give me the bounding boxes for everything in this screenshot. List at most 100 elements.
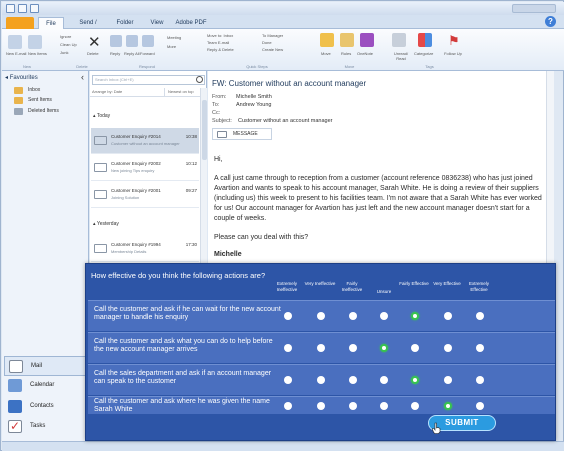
- nav-calendar-button[interactable]: Calendar: [4, 376, 86, 396]
- tab-folder[interactable]: Folder: [110, 17, 140, 29]
- nav-tasks-label: Tasks: [30, 423, 46, 429]
- delete-icon[interactable]: ✕: [88, 33, 101, 51]
- rating-radio-very-effective[interactable]: [444, 344, 452, 352]
- reply-icon[interactable]: [110, 35, 122, 47]
- body-line: couple of weeks.: [214, 215, 267, 222]
- rules-icon[interactable]: [340, 33, 354, 47]
- rating-radio-unsure[interactable]: [380, 312, 388, 320]
- rating-radio-very-ineffective[interactable]: [317, 376, 325, 384]
- rating-radio-extremely-ineffective[interactable]: [284, 344, 292, 352]
- message-tab[interactable]: MESSAGE: [212, 128, 272, 140]
- from-value[interactable]: Michelle Smith: [236, 94, 272, 100]
- outlook-logo-icon: [6, 4, 15, 13]
- forward-icon[interactable]: [142, 35, 154, 47]
- rating-radio-fairly-effective[interactable]: [411, 344, 419, 352]
- reply-all-label: Reply All: [124, 51, 140, 56]
- message-item[interactable]: Customer Enquiry #2001 Joining Solution …: [91, 182, 199, 208]
- rating-radio-fairly-ineffective[interactable]: [349, 376, 357, 384]
- move-icon[interactable]: [320, 33, 334, 47]
- quick-step-team-email[interactable]: Team E-mail: [207, 40, 229, 45]
- signature: Michelle: [214, 251, 242, 258]
- move-label: Move: [321, 51, 331, 56]
- column-unsure: Unsure: [376, 289, 392, 294]
- body-line: A call just came through to reception fr…: [214, 175, 533, 182]
- clean-up-button[interactable]: Clean Up: [60, 42, 77, 47]
- tab-view[interactable]: View: [144, 17, 170, 29]
- tab-home[interactable]: File: [38, 17, 64, 29]
- junk-button[interactable]: Junk: [60, 50, 68, 55]
- to-label: To:: [212, 102, 220, 108]
- survey-statement: Call the customer and ask if he can wait…: [94, 306, 281, 321]
- quick-step-move-to-inbox[interactable]: Move to: Inbox: [207, 33, 233, 38]
- help-icon[interactable]: ?: [545, 16, 556, 27]
- follow-up-flag-icon[interactable]: ⚑: [448, 33, 460, 49]
- rating-radio-very-ineffective[interactable]: [317, 312, 325, 320]
- message-item[interactable]: Customer Enquiry #1994 Membership Detail…: [91, 236, 199, 262]
- rating-radio-unsure[interactable]: [380, 376, 388, 384]
- rating-radio-extremely-effective[interactable]: [476, 344, 484, 352]
- message-item[interactable]: Customer Enquiry #2014 Customer without …: [91, 128, 199, 154]
- nav-tasks-button[interactable]: ✓ Tasks: [4, 417, 86, 437]
- arrange-bar[interactable]: Arrange by: Date Newest on top: [90, 88, 207, 97]
- message-item[interactable]: Customer Enquiry #2002 New joining Tips …: [91, 155, 199, 181]
- group-header-yesterday[interactable]: ▴ Yesterday: [93, 221, 119, 227]
- nav-contacts-button[interactable]: Contacts: [4, 397, 86, 417]
- to-value[interactable]: Andrew Young: [236, 102, 271, 108]
- rating-radio-fairly-ineffective[interactable]: [349, 402, 357, 410]
- rating-radio-fairly-effective[interactable]: [411, 312, 419, 320]
- rating-radio-unsure[interactable]: [380, 344, 388, 352]
- rating-radio-extremely-effective[interactable]: [476, 376, 484, 384]
- send-receive-quick-icon[interactable]: [18, 4, 27, 13]
- rating-radio-very-ineffective[interactable]: [317, 344, 325, 352]
- rating-radio-very-ineffective[interactable]: [317, 402, 325, 410]
- rating-radio-very-effective[interactable]: [444, 402, 452, 410]
- rating-radio-extremely-effective[interactable]: [476, 402, 484, 410]
- quick-access-dropdown-icon[interactable]: [30, 4, 39, 13]
- rating-radio-extremely-ineffective[interactable]: [284, 312, 292, 320]
- categorize-label: Categorize: [414, 51, 434, 56]
- search-icon[interactable]: [196, 76, 203, 83]
- new-email-icon[interactable]: [8, 35, 22, 49]
- rating-radio-fairly-effective[interactable]: [411, 376, 419, 384]
- meeting-button[interactable]: Meeting: [167, 35, 181, 40]
- folder-sent-label: Sent Items: [28, 97, 52, 103]
- group-quick-steps: Quick Steps: [246, 64, 268, 69]
- categorize-icon[interactable]: [418, 33, 432, 47]
- quick-step-to-manager[interactable]: To Manager: [262, 33, 283, 38]
- quick-step-create-new[interactable]: Create New: [262, 47, 283, 52]
- ignore-button[interactable]: Ignore: [60, 34, 71, 39]
- rating-radio-extremely-ineffective[interactable]: [284, 376, 292, 384]
- window-controls[interactable]: [512, 4, 556, 13]
- new-items-icon[interactable]: [28, 35, 42, 49]
- rating-radio-fairly-ineffective[interactable]: [349, 344, 357, 352]
- collapse-nav-icon[interactable]: ‹: [81, 72, 84, 82]
- cc-label: Cc:: [212, 110, 221, 116]
- group-header-today[interactable]: ▴ Today: [93, 113, 110, 119]
- reply-all-icon[interactable]: [126, 35, 138, 47]
- more-respond-button[interactable]: More: [167, 44, 176, 49]
- scrollbar-thumb[interactable]: [202, 100, 207, 160]
- rating-radio-very-effective[interactable]: [444, 312, 452, 320]
- quick-step-reply-delete[interactable]: Reply & Delete: [207, 47, 234, 52]
- favourites-header[interactable]: ◂ Favourites: [5, 74, 38, 81]
- rating-radio-very-effective[interactable]: [444, 376, 452, 384]
- message-time: 10:12: [185, 161, 197, 166]
- sort-order-label[interactable]: Newest on top: [164, 88, 194, 96]
- quick-step-done[interactable]: Done: [262, 40, 272, 45]
- onenote-icon[interactable]: [360, 33, 374, 47]
- rating-radio-fairly-effective[interactable]: [411, 402, 419, 410]
- column-very-ineffective: Very Ineffective: [304, 281, 336, 286]
- nav-mail-button[interactable]: Mail: [4, 356, 86, 376]
- unread-read-icon[interactable]: [392, 33, 406, 47]
- tab-send-receive[interactable]: Send / Receive: [68, 17, 108, 38]
- search-input[interactable]: Search Inbox (Ctrl+E): [92, 75, 205, 85]
- rating-radio-extremely-effective[interactable]: [476, 312, 484, 320]
- rating-radio-fairly-ineffective[interactable]: [349, 312, 357, 320]
- tab-adobe-pdf[interactable]: Adobe PDF: [174, 17, 208, 29]
- nav-mail-label: Mail: [31, 363, 43, 369]
- follow-up-label: Follow Up: [444, 51, 462, 56]
- arrange-by-label[interactable]: Arrange by: Date: [92, 89, 122, 94]
- rating-radio-extremely-ineffective[interactable]: [284, 402, 292, 410]
- tab-file[interactable]: [6, 17, 34, 29]
- rating-radio-unsure[interactable]: [380, 402, 388, 410]
